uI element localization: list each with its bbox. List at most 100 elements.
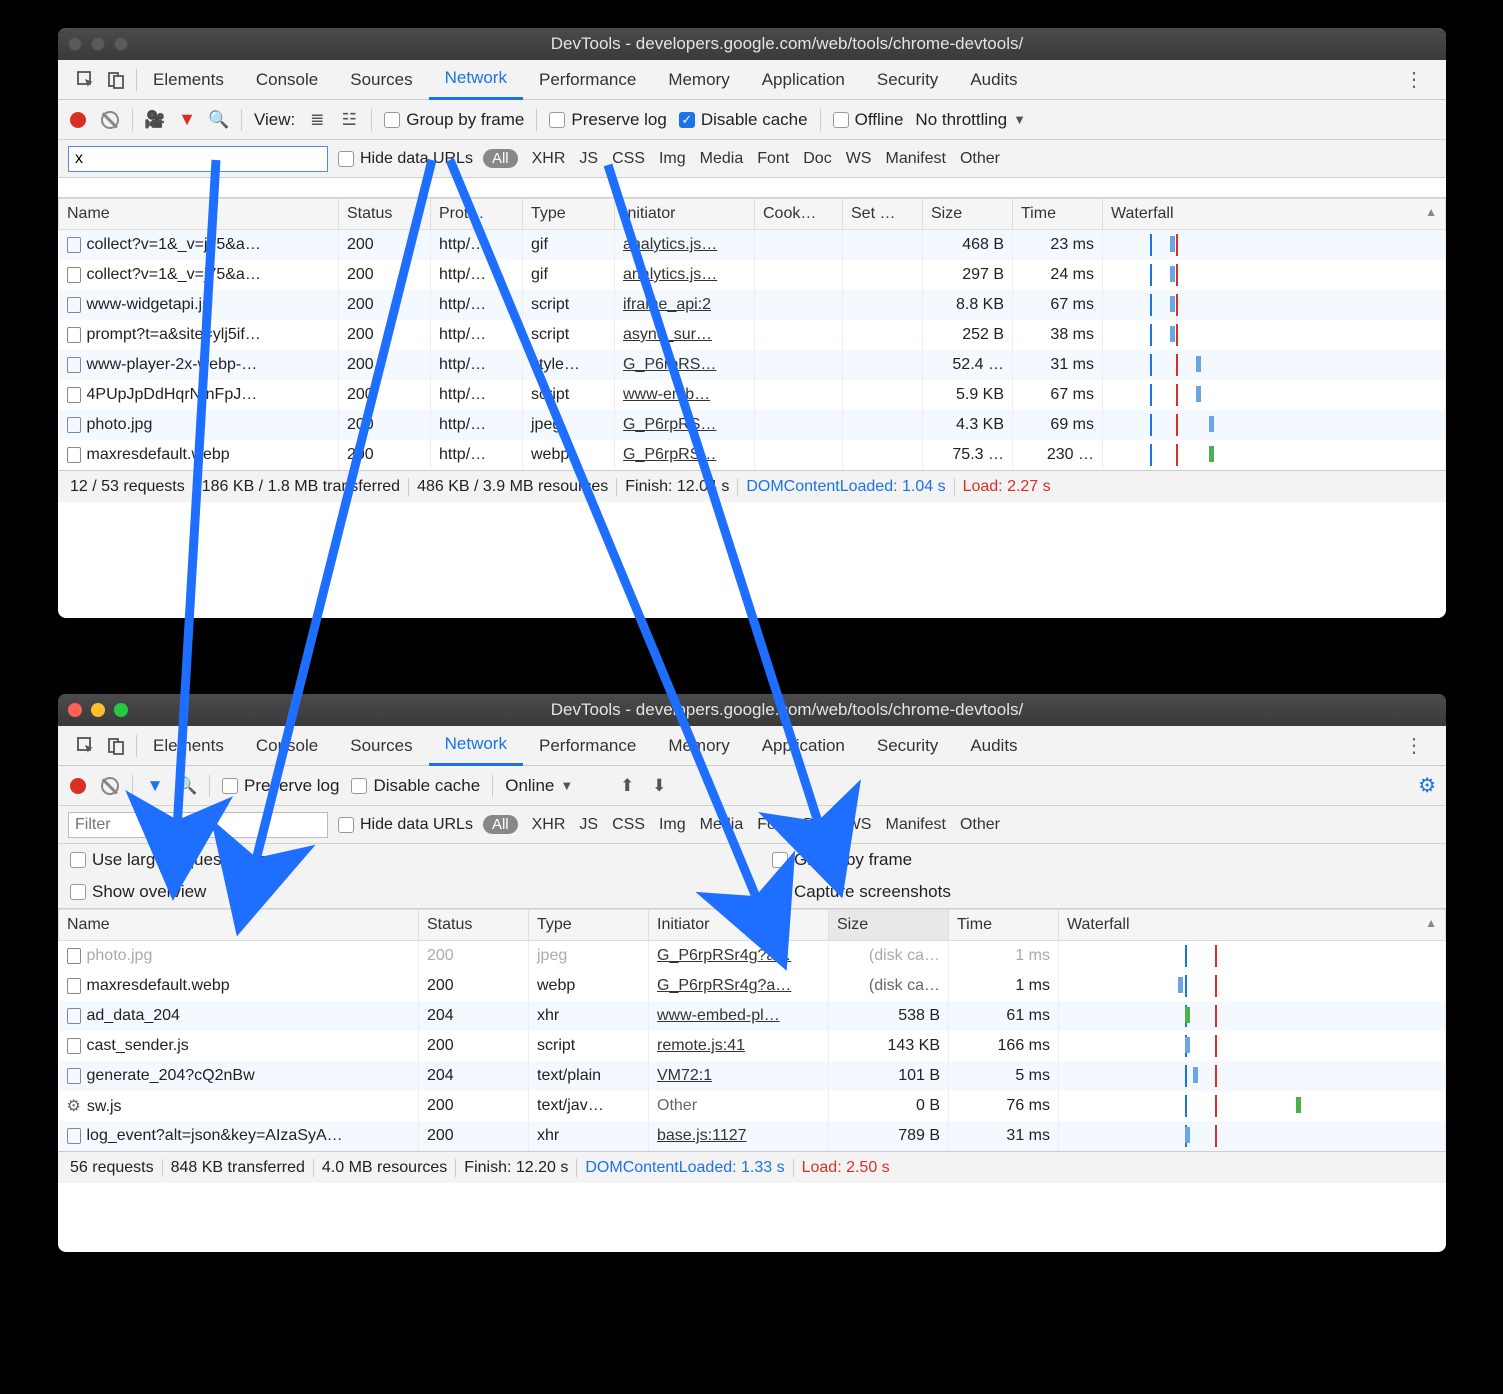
zoom-dot[interactable] bbox=[114, 703, 128, 717]
group-by-frame-checkbox[interactable]: Group by frame bbox=[772, 850, 1434, 870]
throttling-select[interactable]: No throttling▼ bbox=[915, 110, 1026, 130]
table-row[interactable]: ad_data_204204xhrwww-embed-pl…538 B61 ms bbox=[59, 1001, 1446, 1031]
tab-performance[interactable]: Performance bbox=[523, 60, 652, 100]
minimize-dot[interactable] bbox=[91, 703, 105, 717]
table-row[interactable]: www-player-2x-webp-…200http/…style…G_P6r… bbox=[59, 350, 1446, 380]
initiator-link[interactable]: async_sur… bbox=[623, 326, 712, 343]
search-icon[interactable]: 🔍 bbox=[209, 110, 229, 130]
table-row[interactable]: maxresdefault.webp200webpG_P6rpRSr4g?a…(… bbox=[59, 971, 1446, 1001]
col-time[interactable]: Time bbox=[1013, 199, 1103, 230]
col-status[interactable]: Status bbox=[419, 910, 529, 941]
table-row[interactable]: photo.jpg200http/…jpegG_P6rpRS…4.3 KB69 … bbox=[59, 410, 1446, 440]
tab-memory[interactable]: Memory bbox=[652, 726, 745, 766]
tab-sources[interactable]: Sources bbox=[334, 726, 428, 766]
filter-type-doc[interactable]: Doc bbox=[803, 816, 831, 833]
col-size[interactable]: Size bbox=[923, 199, 1013, 230]
filter-type-js[interactable]: JS bbox=[579, 816, 598, 833]
filter-type-manifest[interactable]: Manifest bbox=[885, 816, 945, 833]
initiator-link[interactable]: analytics.js… bbox=[623, 266, 717, 283]
col-initiator[interactable]: Initiator bbox=[649, 910, 829, 941]
table-row[interactable]: prompt?t=a&site=ylj5if…200http/…scriptas… bbox=[59, 320, 1446, 350]
col-size[interactable]: Size bbox=[829, 910, 949, 941]
device-icon[interactable] bbox=[106, 70, 126, 90]
filter-type-xhr[interactable]: XHR bbox=[532, 150, 566, 167]
close-dot[interactable] bbox=[68, 37, 82, 51]
tab-security[interactable]: Security bbox=[861, 726, 954, 766]
filter-type-other[interactable]: Other bbox=[960, 816, 1000, 833]
col-waterfall[interactable]: Waterfall▲ bbox=[1059, 910, 1446, 941]
filter-type-img[interactable]: Img bbox=[659, 150, 686, 167]
tab-sources[interactable]: Sources bbox=[334, 60, 428, 100]
preserve-log-checkbox[interactable]: Preserve log bbox=[222, 776, 339, 796]
filter-type-all[interactable]: All bbox=[483, 815, 518, 834]
filter-icon[interactable]: ▼ bbox=[177, 110, 197, 130]
minimize-dot[interactable] bbox=[91, 37, 105, 51]
initiator-link[interactable]: iframe_api:2 bbox=[623, 296, 711, 313]
clear-icon[interactable] bbox=[100, 776, 120, 796]
table-row[interactable]: collect?v=1&_v=j75&a…200http/…gifanalyti… bbox=[59, 260, 1446, 290]
filter-type-all[interactable]: All bbox=[483, 149, 518, 168]
filter-type-media[interactable]: Media bbox=[700, 150, 744, 167]
tab-application[interactable]: Application bbox=[746, 60, 861, 100]
initiator-link[interactable]: G_P6rpRSr4g?a… bbox=[657, 977, 791, 994]
record-icon[interactable] bbox=[68, 110, 88, 130]
filter-input[interactable] bbox=[68, 146, 328, 172]
tab-console[interactable]: Console bbox=[240, 726, 334, 766]
capture-screenshots-checkbox[interactable]: Capture screenshots bbox=[772, 882, 1434, 902]
initiator-link[interactable]: analytics.js… bbox=[623, 236, 717, 253]
initiator-link[interactable]: remote.js:41 bbox=[657, 1037, 745, 1054]
filter-input[interactable] bbox=[68, 812, 328, 838]
col-status[interactable]: Status bbox=[339, 199, 431, 230]
filter-type-font[interactable]: Font bbox=[757, 816, 789, 833]
filter-type-font[interactable]: Font bbox=[757, 150, 789, 167]
table-row[interactable]: maxresdefault.webp200http/…webpG_P6rpRS…… bbox=[59, 440, 1446, 470]
filter-icon[interactable]: ▼ bbox=[145, 776, 165, 796]
more-icon[interactable]: ⋮ bbox=[1390, 67, 1438, 92]
filter-type-js[interactable]: JS bbox=[579, 150, 598, 167]
col-time[interactable]: Time bbox=[949, 910, 1059, 941]
filter-type-xhr[interactable]: XHR bbox=[532, 816, 566, 833]
col-type[interactable]: Type bbox=[523, 199, 615, 230]
tab-network[interactable]: Network bbox=[429, 60, 523, 100]
tab-audits[interactable]: Audits bbox=[954, 60, 1033, 100]
table-row[interactable]: log_event?alt=json&key=AIzaSyA…200xhrbas… bbox=[59, 1121, 1446, 1151]
initiator-link[interactable]: G_P6rpRS… bbox=[623, 446, 716, 463]
tab-audits[interactable]: Audits bbox=[954, 726, 1033, 766]
table-row[interactable]: 4PUpJpDdHqrNInFpJ…200http/…scriptwww-emb… bbox=[59, 380, 1446, 410]
col-waterfall[interactable]: Waterfall▲ bbox=[1103, 199, 1446, 230]
col-name[interactable]: Name bbox=[59, 910, 419, 941]
tab-memory[interactable]: Memory bbox=[652, 60, 745, 100]
col-set[interactable]: Set … bbox=[843, 199, 923, 230]
inspect-icon[interactable] bbox=[76, 736, 96, 756]
disable-cache-checkbox[interactable]: Disable cache bbox=[351, 776, 480, 796]
initiator-link[interactable]: G_P6rpRS… bbox=[623, 356, 716, 373]
col-prot[interactable]: Prot… bbox=[431, 199, 523, 230]
show-overview-checkbox[interactable]: Show overview bbox=[70, 882, 732, 902]
col-initiator[interactable]: Initiator bbox=[615, 199, 755, 230]
col-name[interactable]: Name bbox=[59, 199, 339, 230]
tab-network[interactable]: Network bbox=[429, 726, 523, 766]
settings-icon[interactable]: ⚙ bbox=[1418, 773, 1436, 798]
initiator-link[interactable]: VM72:1 bbox=[657, 1067, 712, 1084]
zoom-dot[interactable] bbox=[114, 37, 128, 51]
inspect-icon[interactable] bbox=[76, 70, 96, 90]
table-row[interactable]: photo.jpg200jpegG_P6rpRSr4g?a…(disk ca…1… bbox=[59, 941, 1446, 972]
more-icon[interactable]: ⋮ bbox=[1390, 733, 1438, 758]
tab-elements[interactable]: Elements bbox=[137, 60, 240, 100]
upload-icon[interactable]: ⬆ bbox=[617, 776, 637, 796]
device-icon[interactable] bbox=[106, 736, 126, 756]
large-rows-icon[interactable]: ≣ bbox=[307, 110, 327, 130]
preserve-log-checkbox[interactable]: Preserve log bbox=[549, 110, 666, 130]
hide-data-urls-checkbox[interactable]: Hide data URLs bbox=[338, 150, 473, 168]
download-icon[interactable]: ⬇ bbox=[649, 776, 669, 796]
filter-type-css[interactable]: CSS bbox=[612, 150, 645, 167]
col-cook[interactable]: Cook… bbox=[755, 199, 843, 230]
table-row[interactable]: cast_sender.js200scriptremote.js:41143 K… bbox=[59, 1031, 1446, 1061]
search-icon[interactable]: 🔍 bbox=[177, 776, 197, 796]
tab-application[interactable]: Application bbox=[746, 726, 861, 766]
disable-cache-checkbox[interactable]: ✓Disable cache bbox=[679, 110, 808, 130]
table-row[interactable]: generate_204?cQ2nBw204text/plainVM72:110… bbox=[59, 1061, 1446, 1091]
tab-elements[interactable]: Elements bbox=[137, 726, 240, 766]
offline-checkbox[interactable]: Offline bbox=[833, 110, 904, 130]
tab-security[interactable]: Security bbox=[861, 60, 954, 100]
